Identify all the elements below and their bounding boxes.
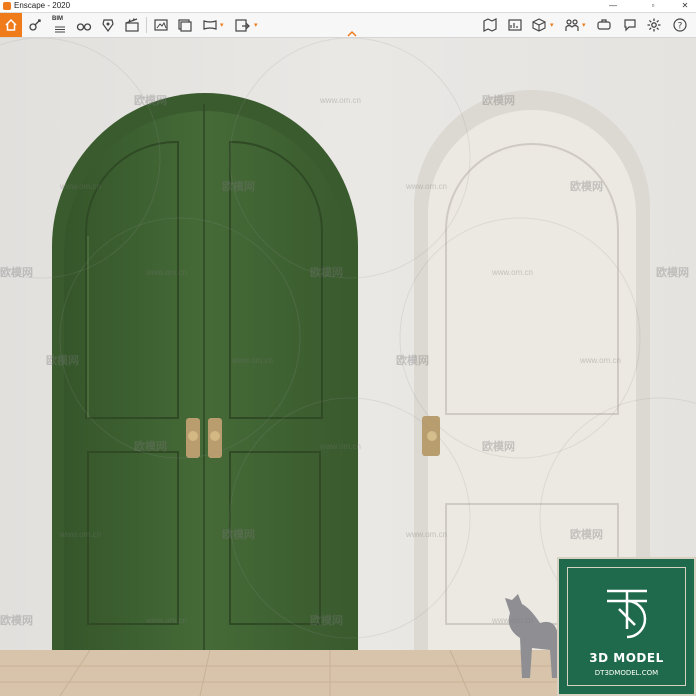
watermark-brand: 欧模网 (310, 615, 343, 627)
watermark-brand: 欧模网 (570, 181, 603, 193)
asset-library-button[interactable] (98, 15, 118, 35)
minimize-button[interactable]: — (602, 0, 624, 12)
watermark-url: www.om.cn (60, 530, 101, 539)
watermark-brand: 欧模网 (310, 267, 343, 279)
watermark-url: www.om.cn (146, 268, 187, 277)
watermark-url: www.om.cn (320, 96, 361, 105)
watermark-url: www.om.cn (320, 442, 361, 451)
watermark-url: www.om.cn (232, 356, 273, 365)
logo-mark-icon (607, 589, 647, 639)
bim-button[interactable]: BIM (50, 15, 70, 35)
sync-button[interactable] (26, 15, 46, 35)
home-icon (5, 18, 17, 31)
watermark-brand: 欧模网 (482, 441, 515, 453)
feedback-button[interactable] (620, 15, 640, 35)
watermark-url: www.om.cn (146, 616, 187, 625)
watermark-brand: 欧模网 (656, 267, 689, 279)
watermark-brand: 欧模网 (222, 181, 255, 193)
logo-title: 3D MODEL (589, 651, 664, 665)
object-dropdown-icon[interactable]: ▾ (550, 21, 554, 29)
help-button[interactable]: ? (670, 15, 690, 35)
views-button[interactable] (505, 15, 525, 35)
watermark-brand: 欧模网 (0, 267, 33, 279)
cube-icon (532, 18, 546, 32)
logo-subtitle: DT3DMODEL.COM (594, 669, 659, 677)
map-button[interactable] (480, 15, 500, 35)
batch-render-icon (178, 19, 192, 32)
svg-text:?: ? (678, 22, 683, 32)
settings-button[interactable] (644, 15, 664, 35)
window-title: Enscape - 2020 (14, 1, 71, 10)
asset-library-icon (102, 19, 114, 33)
vr-headset-icon (597, 19, 611, 30)
close-button[interactable]: ✕ (674, 0, 696, 12)
panorama-icon (203, 20, 217, 30)
binoculars-button[interactable] (74, 15, 94, 35)
collaborative-button[interactable] (562, 15, 582, 35)
watermark-brand: 欧模网 (134, 441, 167, 453)
object-button[interactable] (529, 15, 549, 35)
watermark-url: www.om.cn (406, 182, 447, 191)
screenshot-button[interactable] (151, 15, 171, 35)
watermark-url: www.om.cn (492, 616, 533, 625)
export-dropdown-icon[interactable]: ▾ (254, 21, 258, 29)
watermark-url: www.om.cn (406, 530, 447, 539)
people-icon (565, 19, 579, 31)
export-button[interactable] (232, 15, 252, 35)
batch-render-button[interactable] (175, 15, 195, 35)
window-title-bar: Enscape - 2020 — ▫ ✕ (0, 0, 696, 13)
views-icon (508, 19, 522, 31)
collaborative-dropdown-icon[interactable]: ▾ (582, 21, 586, 29)
maximize-button[interactable]: ▫ (642, 0, 664, 12)
watermark-url: www.om.cn (60, 182, 101, 191)
enscape-app-icon (3, 2, 11, 10)
watermark-brand: 欧模网 (570, 529, 603, 541)
brand-logo: 3D MODEL DT3DMODEL.COM (557, 557, 696, 696)
home-button[interactable] (0, 13, 22, 37)
collapse-toolbar-button[interactable] (346, 26, 358, 37)
panorama-dropdown-icon[interactable]: ▾ (220, 21, 224, 29)
panorama-button[interactable] (200, 15, 220, 35)
gear-icon (647, 18, 661, 32)
bim-label: BIM (52, 16, 63, 22)
map-icon (483, 18, 497, 32)
watermark-brand: 欧模网 (46, 355, 79, 367)
help-icon: ? (673, 18, 687, 32)
link-icon (29, 19, 41, 31)
video-editor-button[interactable] (122, 15, 142, 35)
binoculars-icon (76, 23, 92, 31)
toolbar-separator (146, 17, 147, 33)
screenshot-icon (154, 19, 168, 31)
watermark-url: www.om.cn (580, 356, 621, 365)
watermark-url: www.om.cn (492, 268, 533, 277)
watermark-brand: 欧模网 (482, 95, 515, 107)
watermark-brand: 欧模网 (134, 95, 167, 107)
clapperboard-icon (125, 18, 139, 32)
export-icon (235, 19, 250, 32)
vr-headset-button[interactable] (594, 15, 614, 35)
feedback-icon (624, 19, 636, 32)
watermark-brand: 欧模网 (396, 355, 429, 367)
watermark-brand: 欧模网 (222, 529, 255, 541)
watermark-brand: 欧模网 (0, 615, 33, 627)
